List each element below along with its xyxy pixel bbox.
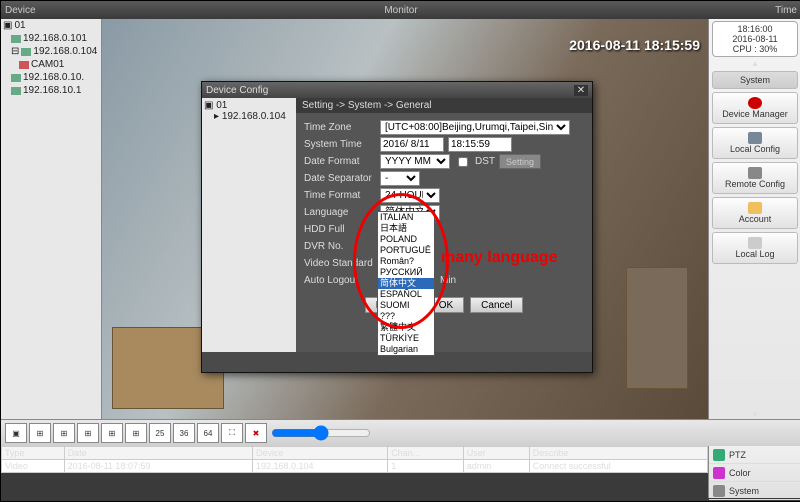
user-icon — [748, 202, 762, 214]
clock-panel: 18:16:00 2016-08-11 CPU : 30% — [712, 21, 798, 57]
dialog-title: Device Config — [206, 85, 268, 96]
cancel-button[interactable]: Cancel — [470, 297, 523, 313]
ptz-icon — [713, 449, 725, 461]
log-table[interactable]: Type Date Device Chan... User Describe V… — [1, 446, 708, 498]
view-4[interactable]: ⊞ — [29, 423, 51, 443]
list-item[interactable]: ESPAÑOL — [378, 289, 434, 300]
table-row[interactable]: Video 2016-08-11 18:07:59 192.168.0.104 … — [2, 460, 708, 473]
tree-ip-1[interactable]: 192.168.0.101 — [1, 32, 101, 45]
view-1[interactable]: ▣ — [5, 423, 27, 443]
view-25[interactable]: 25 — [149, 423, 171, 443]
list-item[interactable]: Român? — [378, 256, 434, 267]
clock-cpu: CPU : 30% — [713, 44, 797, 54]
timeformat-select[interactable]: 24-HOUR — [380, 188, 440, 203]
view-6[interactable]: ⊞ — [53, 423, 75, 443]
videostd-label: Video Standard — [304, 258, 376, 269]
right-panel: 18:16:00 2016-08-11 CPU : 30% ▲ System D… — [708, 19, 800, 419]
log-col-device[interactable]: Device — [252, 447, 387, 460]
list-item[interactable]: РУССКИЙ — [378, 267, 434, 278]
dateformat-label: Date Format — [304, 156, 376, 167]
list-item[interactable]: PORTUGUÊ — [378, 245, 434, 256]
list-item[interactable]: ITALIAN — [378, 212, 434, 223]
dialog-tree[interactable]: ▣ 01 ▸ 192.168.0.104 — [202, 98, 296, 352]
view-36[interactable]: 36 — [173, 423, 195, 443]
dst-setting-button[interactable]: Setting — [499, 154, 541, 169]
breadcrumb: Setting -> System -> General — [296, 98, 592, 113]
datesep-label: Date Separator — [304, 173, 376, 184]
playback-button[interactable]: PlayBack — [709, 500, 800, 502]
clock-time: 18:16:00 — [713, 24, 797, 34]
list-item[interactable]: SUOMI — [378, 300, 434, 311]
titlebar-time-label: Time — [717, 5, 797, 16]
system-header: System — [712, 71, 798, 89]
system-button[interactable]: System — [709, 482, 800, 500]
gear-icon — [748, 132, 762, 144]
view-16[interactable]: ⊞ — [125, 423, 147, 443]
dialog-tree-root[interactable]: ▣ 01 — [204, 100, 294, 111]
video-timestamp: 2016-08-11 18:15:59 — [569, 37, 700, 53]
record-icon — [748, 97, 762, 109]
date-input[interactable] — [380, 137, 444, 152]
close-icon[interactable]: ✕ — [574, 85, 588, 96]
right-lower-panel: PTZ Color System PlayBack Advance LogOut — [708, 446, 800, 498]
dvrno-label: DVR No. — [304, 241, 376, 252]
local-config-button[interactable]: Local Config — [712, 127, 798, 159]
list-item[interactable]: POLAND — [378, 234, 434, 245]
view-8[interactable]: ⊞ — [77, 423, 99, 443]
list-item[interactable]: TÜRKİYE — [378, 333, 434, 344]
titlebar-device-label: Device — [5, 5, 85, 16]
systime-label: System Time — [304, 139, 376, 150]
fullscreen-button[interactable]: ⛶ — [221, 423, 243, 443]
tree-cam01[interactable]: CAM01 — [1, 58, 101, 71]
language-dropdown[interactable]: ITALIAN 日本語 POLAND PORTUGUÊ Român? РУССК… — [377, 211, 435, 356]
ptz-button[interactable]: PTZ — [709, 446, 800, 464]
timezone-label: Time Zone — [304, 122, 376, 133]
volume-slider[interactable] — [271, 425, 371, 441]
local-log-button[interactable]: Local Log — [712, 232, 798, 264]
view-64[interactable]: 64 — [197, 423, 219, 443]
tree-ip-4[interactable]: 192.168.10.1 — [1, 84, 101, 97]
titlebar-title: Monitor — [85, 5, 717, 16]
dialog-tree-ip[interactable]: ▸ 192.168.0.104 — [204, 111, 294, 122]
list-item[interactable]: Bulgarian — [378, 344, 434, 355]
tree-ip-3[interactable]: 192.168.0.10. — [1, 71, 101, 84]
view-9[interactable]: ⊞ — [101, 423, 123, 443]
dateformat-select[interactable]: YYYY MM DD — [380, 154, 450, 169]
color-icon — [713, 467, 725, 479]
log-col-date[interactable]: Date — [64, 447, 252, 460]
right-scroll-up[interactable]: ▲ — [751, 59, 759, 68]
list-item[interactable]: ??? — [378, 311, 434, 322]
wrench-icon — [748, 167, 762, 179]
device-tree[interactable]: ▣01 192.168.0.101 ⊟192.168.0.104 CAM01 1… — [1, 19, 102, 419]
log-col-user[interactable]: User — [463, 447, 529, 460]
time-input[interactable] — [448, 137, 512, 152]
device-manager-button[interactable]: Device Manager — [712, 92, 798, 124]
account-button[interactable]: Account — [712, 197, 798, 229]
log-col-desc[interactable]: Describe — [529, 447, 707, 460]
clock-date: 2016-08-11 — [713, 34, 797, 44]
log-icon — [748, 237, 762, 249]
view-toolbar: ▣ ⊞ ⊞ ⊞ ⊞ ⊞ 25 36 64 ⛶ ✖ — [1, 419, 800, 446]
log-col-type[interactable]: Type — [2, 447, 65, 460]
gear-icon — [713, 485, 725, 497]
log-col-chan[interactable]: Chan... — [388, 447, 464, 460]
timeformat-label: Time Format — [304, 190, 376, 201]
list-item[interactable]: 繁體中文 — [378, 322, 434, 333]
datesep-select[interactable]: - — [380, 171, 420, 186]
tree-ip-2[interactable]: ⊟192.168.0.104 — [1, 45, 101, 58]
right-scroll-down[interactable]: ▼ — [751, 410, 759, 419]
remote-config-button[interactable]: Remote Config — [712, 162, 798, 194]
list-item[interactable]: 日本語 — [378, 223, 434, 234]
hddfull-label: HDD Full — [304, 224, 376, 235]
language-label: Language — [304, 207, 376, 218]
color-button[interactable]: Color — [709, 464, 800, 482]
dst-checkbox[interactable] — [458, 157, 468, 167]
stop-button[interactable]: ✖ — [245, 423, 267, 443]
list-item-selected[interactable]: 简体中文 — [378, 278, 434, 289]
dialog-titlebar[interactable]: Device Config ✕ — [202, 82, 592, 98]
titlebar: Device Monitor Time — [1, 1, 800, 19]
tree-root[interactable]: ▣01 — [1, 19, 101, 32]
timezone-select[interactable]: [UTC+08:00]Beijing,Urumqi,Taipei,Singapo… — [380, 120, 570, 135]
autologout-label: Auto Logout — [304, 275, 376, 286]
